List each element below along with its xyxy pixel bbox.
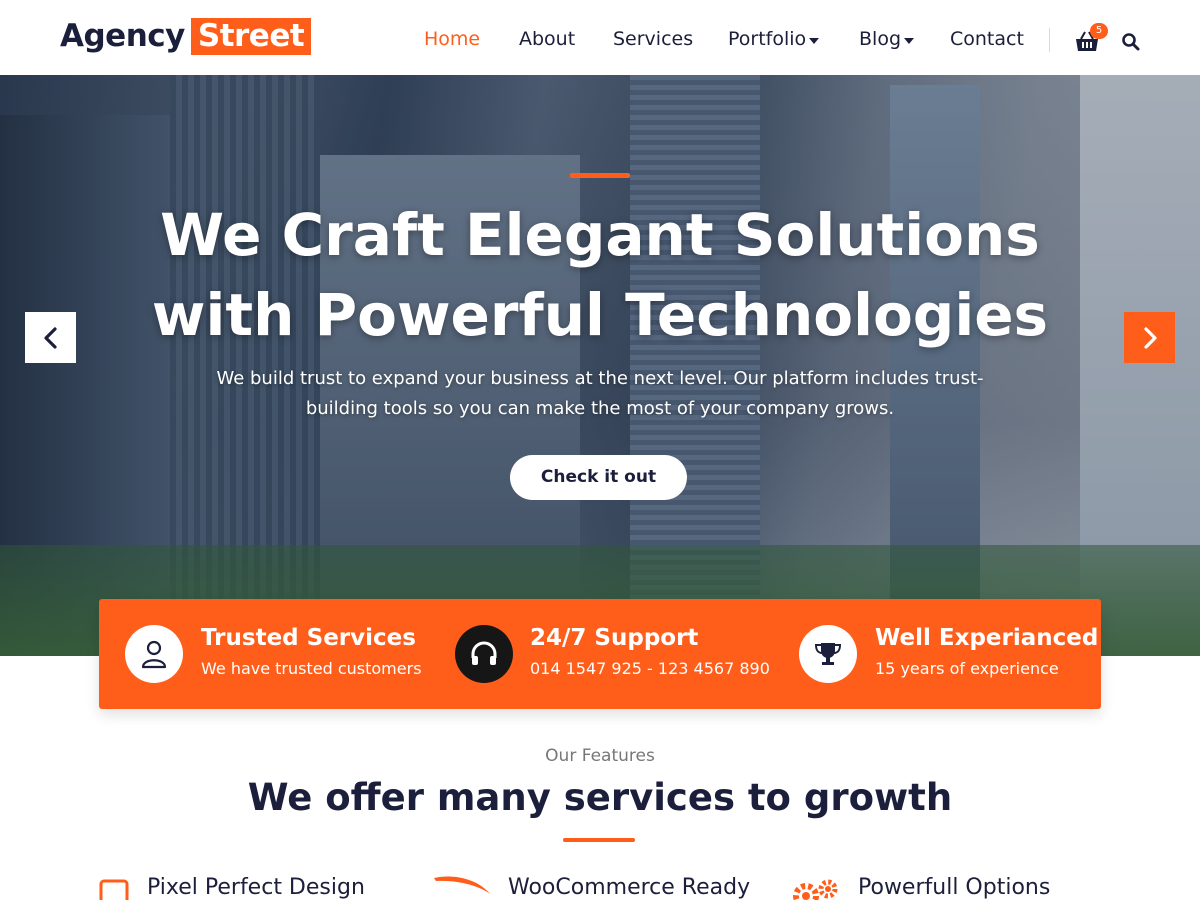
features-accent-line — [563, 838, 635, 842]
headphones-icon — [471, 641, 497, 665]
caret-down-icon — [904, 37, 914, 44]
nav-services[interactable]: Services — [613, 28, 693, 50]
highlight-icon-wrap — [455, 625, 513, 683]
check-it-out-button[interactable]: Check it out — [510, 455, 687, 500]
site-header: Agency Street Home About Services Portfo… — [0, 0, 1200, 75]
feature-title: Pixel Perfect Design — [147, 874, 365, 900]
features-title: We offer many services to growth — [0, 776, 1200, 819]
square-icon — [99, 879, 129, 900]
user-icon — [141, 640, 167, 669]
main-nav: Home About Services Portfolio Blog Conta… — [0, 28, 1200, 52]
highlight-title: Well Experianced — [875, 625, 1099, 651]
highlight-text: 014 1547 925 - 123 4567 890 — [530, 659, 770, 678]
trophy-icon — [814, 643, 842, 665]
hero-slider: We Craft Elegant Solutions with Powerful… — [0, 75, 1200, 656]
features-title-bold: We offer many — [247, 776, 551, 819]
search-icon[interactable] — [1121, 32, 1141, 52]
caret-down-icon — [809, 37, 820, 44]
highlights-band: Trusted Services We have trusted custome… — [99, 599, 1101, 709]
nav-blog-label: Blog — [859, 28, 901, 50]
cart-count-badge: 5 — [1090, 23, 1108, 39]
hero-subtitle: We build trust to expand your business a… — [216, 368, 984, 419]
feature-item: Powerfull Options — [790, 872, 1050, 900]
swoosh-icon — [434, 876, 490, 894]
nav-portfolio-label: Portfolio — [728, 28, 807, 50]
chevron-left-icon — [43, 326, 57, 349]
feature-item: WooCommerce Ready — [432, 872, 750, 900]
gears-icon — [793, 879, 838, 900]
hero-title: We Craft Elegant Solutions with Powerful… — [151, 201, 1049, 349]
highlight-text: We have trusted customers — [201, 659, 422, 678]
nav-portfolio[interactable]: Portfolio — [728, 28, 820, 50]
highlight-icon-wrap — [125, 625, 183, 683]
chevron-right-icon — [1143, 326, 1157, 349]
feature-title: WooCommerce Ready — [508, 874, 751, 900]
features-title-rest: services to growth — [563, 776, 953, 819]
hero-accent-line — [570, 173, 630, 178]
nav-about[interactable]: About — [519, 28, 575, 50]
slider-prev-button[interactable] — [25, 312, 76, 363]
highlight-icon-wrap — [799, 625, 857, 683]
nav-contact[interactable]: Contact — [950, 28, 1024, 50]
highlight-text: 15 years of experience — [875, 659, 1059, 678]
features-kicker: Our Features — [545, 746, 655, 766]
feature-item: Pixel Perfect Design — [99, 872, 365, 900]
highlight-title: 24/7 Support — [530, 625, 699, 651]
nav-blog[interactable]: Blog — [859, 28, 914, 50]
slider-next-button[interactable] — [1124, 312, 1175, 363]
nav-home[interactable]: Home — [424, 28, 480, 50]
nav-divider — [1049, 28, 1050, 52]
highlight-title: Trusted Services — [201, 625, 416, 651]
feature-title: Powerfull Options — [858, 874, 1051, 900]
